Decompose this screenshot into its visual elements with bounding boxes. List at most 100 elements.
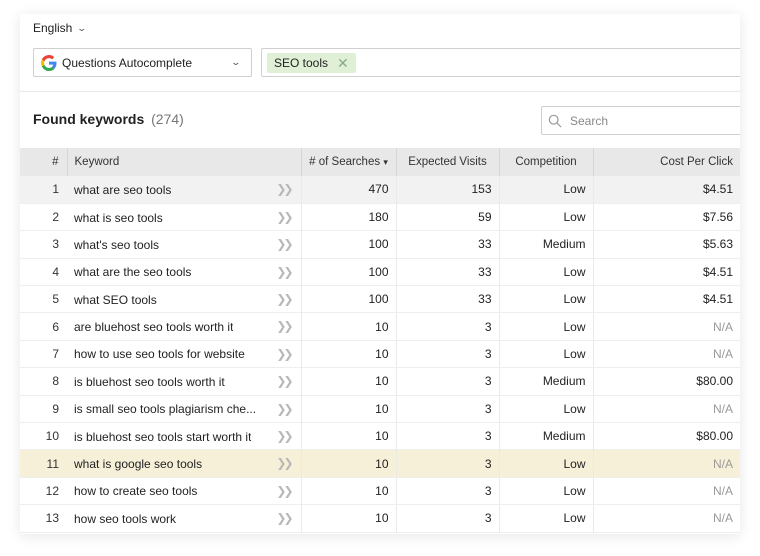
double-chevron-right-icon[interactable]: ❯❯ [276,182,293,196]
visits-cell: 153 [396,176,500,204]
table-row[interactable]: 1 what are seo tools ❯❯ 470 153 Low $4.51 [20,176,740,204]
competition-cell: Low [499,176,594,204]
keyword-cell[interactable]: is bluehost seo tools worth it ❯❯ [67,367,302,396]
sort-desc-icon: ▾ [383,157,388,167]
visits-cell: 59 [396,203,500,231]
source-select[interactable]: Questions Autocomplete ⌄ [33,48,252,77]
keyword-text: is small seo tools plagiarism che... [74,402,257,417]
keyword-text: what's seo tools [74,237,160,252]
double-chevron-right-icon[interactable]: ❯❯ [276,402,293,416]
competition-cell: Medium [499,230,594,259]
keyword-text: how to create seo tools [74,484,198,499]
col-number[interactable]: # [20,148,68,176]
double-chevron-right-icon[interactable]: ❯❯ [276,347,293,361]
keyword-text: what is seo tools [74,210,163,225]
double-chevron-right-icon[interactable]: ❯❯ [276,374,293,388]
close-icon[interactable]: ✕ [337,53,349,73]
keyword-cell[interactable]: how to use seo tools for website ❯❯ [67,340,302,368]
row-number: 5 [52,292,59,307]
competition-cell: Low [499,449,594,478]
language-dropdown[interactable]: English ⌄ [33,21,87,35]
table-row[interactable]: 11 what is google seo tools ❯❯ 10 3 Low N/A [20,449,740,478]
keyword-text: how to use seo tools for website [74,347,245,362]
cpc-cell: $4.51 [702,264,733,279]
table-row[interactable]: 6 are bluehost seo tools worth it ❯❯ 10 3 Low… [20,312,740,341]
keyword-cell[interactable]: is bluehost seo tools start worth it ❯❯ [67,422,302,450]
table-row[interactable]: 2 what is seo tools ❯❯ 180 59 Low $7.56 [20,203,740,231]
searches-cell: 100 [301,285,397,313]
double-chevron-right-icon[interactable]: ❯❯ [276,210,293,224]
table-row[interactable]: 3 what's seo tools ❯❯ 100 33 Medium $5.63 [20,230,740,259]
keyword-text: how seo tools work [74,511,177,526]
keyword-cell[interactable]: are bluehost seo tools worth it ❯❯ [67,312,302,341]
keyword-text: what are seo tools [74,182,172,197]
double-chevron-right-icon[interactable]: ❯❯ [276,484,293,498]
row-number: 4 [52,264,59,279]
keyword-text: what is google seo tools [74,457,203,472]
keyword-cell[interactable]: how seo tools work ❯❯ [67,504,302,533]
keyword-cell[interactable]: what's seo tools ❯❯ [67,230,302,259]
competition-cell: Low [499,340,594,368]
keyword-input[interactable]: SEO tools ✕ [261,48,740,77]
double-chevron-right-icon[interactable]: ❯❯ [276,237,293,251]
col-cpc[interactable]: Cost Per Click [593,148,740,176]
searches-cell: 10 [301,367,397,396]
competition-cell: Low [499,504,594,533]
keyword-text: is bluehost seo tools worth it [74,374,225,389]
row-number: 12 [45,483,59,498]
competition-cell: Low [499,285,594,313]
col-searches-label: # of Searches [309,156,381,168]
found-keywords-heading: Found keywords (274) [33,111,184,127]
keyword-cell[interactable]: is small seo tools plagiarism che... ❯❯ [67,395,302,423]
double-chevron-right-icon[interactable]: ❯❯ [276,319,293,333]
visits-cell: 3 [396,340,500,368]
keyword-cell[interactable]: what are the seo tools ❯❯ [67,258,302,286]
table-row[interactable]: 13 how seo tools work ❯❯ 10 3 Low N/A [20,504,740,533]
double-chevron-right-icon[interactable]: ❯❯ [276,292,293,306]
keyword-text: what SEO tools [74,292,157,307]
searches-cell: 180 [301,203,397,231]
found-keywords-count: (274) [151,111,184,127]
table-row[interactable]: 10 is bluehost seo tools start worth it ❯❯… [20,422,740,450]
visits-cell: 3 [396,422,500,450]
double-chevron-right-icon[interactable]: ❯❯ [276,265,293,279]
col-keyword[interactable]: Keyword [67,148,302,176]
visits-cell: 33 [396,285,500,313]
table-row[interactable]: 8 is bluehost seo tools worth it ❯❯ 10 3 Medi… [20,367,740,396]
competition-cell: Low [499,312,594,341]
source-select-label: Questions Autocomplete [62,55,193,70]
row-number: 2 [52,210,59,225]
keyword-cell[interactable]: what SEO tools ❯❯ [67,285,302,313]
table-row[interactable]: 4 what are the seo tools ❯❯ 100 33 Low $4.51 [20,258,740,286]
keyword-cell[interactable]: what are seo tools ❯❯ [67,176,302,204]
col-searches[interactable]: # of Searches ▾ [301,148,397,176]
double-chevron-right-icon[interactable]: ❯❯ [276,429,293,443]
keyword-cell[interactable]: what is google seo tools ❯❯ [67,449,302,478]
cpc-cell: N/A [712,456,733,471]
competition-cell: Medium [499,367,594,396]
row-number: 6 [52,319,59,334]
col-competition[interactable]: Competition [499,148,594,176]
found-keywords-title: Found keywords [33,111,145,127]
table-row[interactable]: 12 how to create seo tools ❯❯ 10 3 Low N/A [20,477,740,505]
cpc-cell: $80.00 [696,374,733,389]
double-chevron-right-icon[interactable]: ❯❯ [276,456,293,470]
keyword-cell[interactable]: what is seo tools ❯❯ [67,203,302,231]
row-number: 3 [52,237,59,252]
table-row[interactable]: 9 is small seo tools plagiarism che... ❯❯ 1… [20,395,740,423]
cpc-cell: $4.51 [702,292,733,307]
keywords-table: # Keyword # of Searches ▾ Expected Visit… [20,148,740,533]
keyword-tag-label: SEO tools [274,55,329,70]
row-number: 7 [52,347,59,362]
searches-cell: 10 [301,395,397,423]
double-chevron-right-icon[interactable]: ❯❯ [276,511,293,525]
search-icon [548,114,562,128]
visits-cell: 33 [396,230,500,259]
table-row[interactable]: 7 how to use seo tools for website ❯❯ 10 3 Lo… [20,340,740,368]
searches-cell: 10 [301,477,397,505]
keyword-cell[interactable]: how to create seo tools ❯❯ [67,477,302,505]
searches-cell: 10 [301,449,397,478]
search-input[interactable]: Search [541,106,740,135]
table-row[interactable]: 5 what SEO tools ❯❯ 100 33 Low $4.51 [20,285,740,313]
col-visits[interactable]: Expected Visits [396,148,500,176]
